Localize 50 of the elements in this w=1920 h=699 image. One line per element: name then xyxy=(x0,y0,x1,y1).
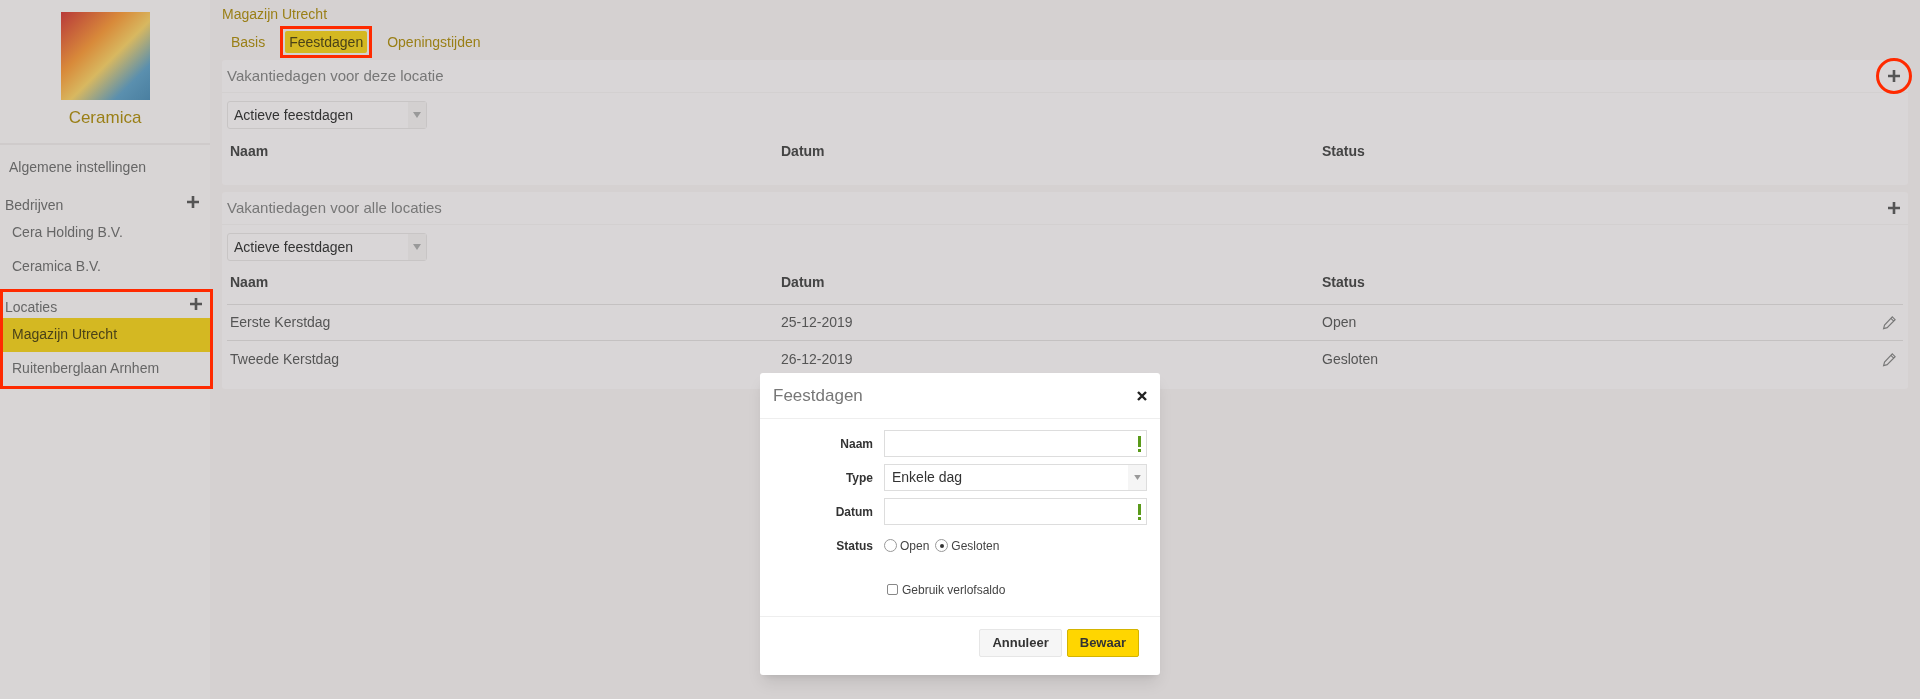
page-title: Magazijn Utrecht xyxy=(222,5,329,24)
add-icon[interactable] xyxy=(185,193,201,210)
caret-icon xyxy=(408,102,426,128)
caret-icon xyxy=(408,234,426,260)
add-icon[interactable] xyxy=(1886,200,1902,216)
table-cell-text: Tweede Kerstdag xyxy=(229,349,340,369)
edit-icon[interactable] xyxy=(1882,315,1897,330)
section-title: Vakantiedagen voor deze locatie xyxy=(227,65,444,86)
checkbox[interactable] xyxy=(887,584,898,595)
field-label: Naam xyxy=(840,435,873,453)
sidebar-item[interactable]: Ceramica B.V. xyxy=(3,249,207,284)
radio-label: Gesloten xyxy=(951,537,1000,555)
column-header: Datum xyxy=(780,273,826,292)
table-cell-text: Eerste Kerstdag xyxy=(229,313,332,332)
type-dropdown[interactable]: Enkele dag xyxy=(884,464,1147,491)
column-header: Datum xyxy=(780,141,826,161)
group-heading: Locaties xyxy=(5,297,58,317)
sidebar-item[interactable]: Algemene instellingen xyxy=(0,150,210,185)
section-title: Vakantiedagen voor alle locaties xyxy=(227,197,442,218)
field-label: Status xyxy=(836,537,873,555)
dialog-title: Feestdagen xyxy=(773,384,863,407)
table-cell-text: Gesloten xyxy=(1321,349,1380,369)
sidebar-item[interactable]: Ruitenberglaan Arnhem xyxy=(3,351,210,386)
group-heading: Bedrijven xyxy=(5,195,64,215)
caret-icon xyxy=(1128,465,1146,490)
field-label: Datum xyxy=(835,503,873,521)
column-header: Status xyxy=(1321,141,1366,161)
filter-dropdown[interactable]: Actieve feestdagen xyxy=(227,101,427,129)
column-header: Status xyxy=(1321,273,1366,292)
checkbox-label: Gebruik verlofsaldo xyxy=(902,581,1006,599)
save-button[interactable]: Bewaar xyxy=(1066,629,1139,657)
column-header: Naam xyxy=(229,273,270,292)
tab[interactable]: Feestdagen xyxy=(285,31,368,53)
input-field[interactable] xyxy=(884,498,1147,525)
cancel-button[interactable]: Annuleer xyxy=(979,629,1062,657)
sidebar-item[interactable]: Cera Holding B.V. xyxy=(3,215,207,250)
edit-icon[interactable] xyxy=(1882,351,1897,367)
table-cell-text: 25-12-2019 xyxy=(780,313,854,332)
sidebar-item[interactable]: Magazijn Utrecht xyxy=(3,317,210,352)
table-cell-text: 26-12-2019 xyxy=(780,349,854,369)
radio-label: Open xyxy=(900,537,930,555)
input-field[interactable] xyxy=(884,430,1147,457)
add-icon[interactable] xyxy=(1886,68,1902,84)
field-label: Type xyxy=(845,469,873,487)
company-name: Ceramica xyxy=(68,107,142,129)
column-header: Naam xyxy=(229,141,270,161)
add-icon[interactable] xyxy=(188,295,204,312)
filter-dropdown[interactable]: Actieve feestdagen xyxy=(227,233,427,261)
table-cell-text: Open xyxy=(1321,313,1358,332)
close-icon[interactable] xyxy=(1137,390,1147,401)
